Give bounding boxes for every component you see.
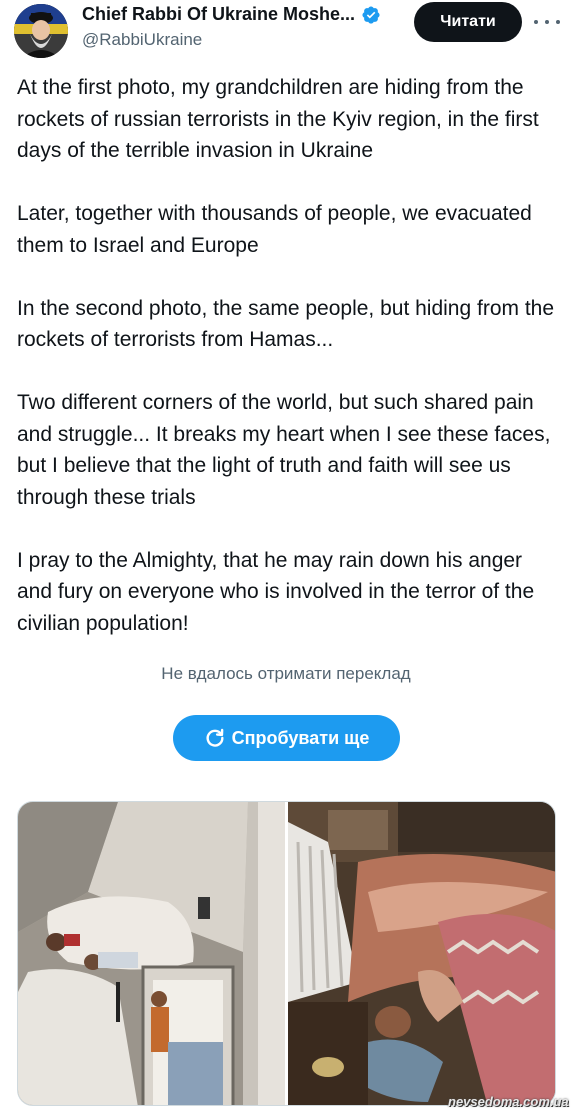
tweet-paragraph: Later, together with thousands of people… — [17, 202, 532, 257]
author-name-row: Chief Rabbi Of Ukraine Moshe... — [82, 4, 381, 25]
refresh-icon — [206, 728, 224, 747]
tweet-text: At the first photo, my grandchildren are… — [17, 72, 562, 639]
avatar-portrait-icon — [14, 4, 68, 58]
author-handle[interactable]: @RabbiUkraine — [82, 30, 202, 50]
photo-children-kyiv[interactable] — [18, 802, 285, 1105]
retry-translation-button[interactable]: Спробувати ще — [173, 715, 400, 761]
more-dots-icon[interactable] — [534, 12, 560, 32]
verified-badge-icon — [362, 5, 380, 24]
translation-error-text: Не вдалось отримати переклад — [161, 664, 411, 683]
photo-children-israel[interactable] — [288, 802, 555, 1105]
watermark: nevsedoma.com.ua — [448, 1094, 569, 1109]
author-name[interactable]: Chief Rabbi Of Ukraine Moshe... — [82, 4, 355, 25]
tweet-header: Chief Rabbi Of Ukraine Moshe... @RabbiUk… — [0, 0, 572, 62]
tweet-paragraph: In the second photo, the same people, bu… — [17, 296, 555, 352]
follow-button[interactable]: Читати — [414, 2, 522, 42]
media-grid — [17, 801, 556, 1106]
retry-label: Спробувати ще — [231, 727, 370, 748]
tweet-paragraph: Two different corners of the world, but … — [17, 391, 551, 509]
photo-image — [288, 802, 555, 1105]
tweet-paragraph: At the first photo, my grandchildren are… — [17, 76, 539, 162]
photo-image — [18, 802, 285, 1105]
avatar[interactable] — [14, 4, 68, 58]
tweet-paragraph: I pray to the Almighty, that he may rain… — [17, 548, 535, 635]
